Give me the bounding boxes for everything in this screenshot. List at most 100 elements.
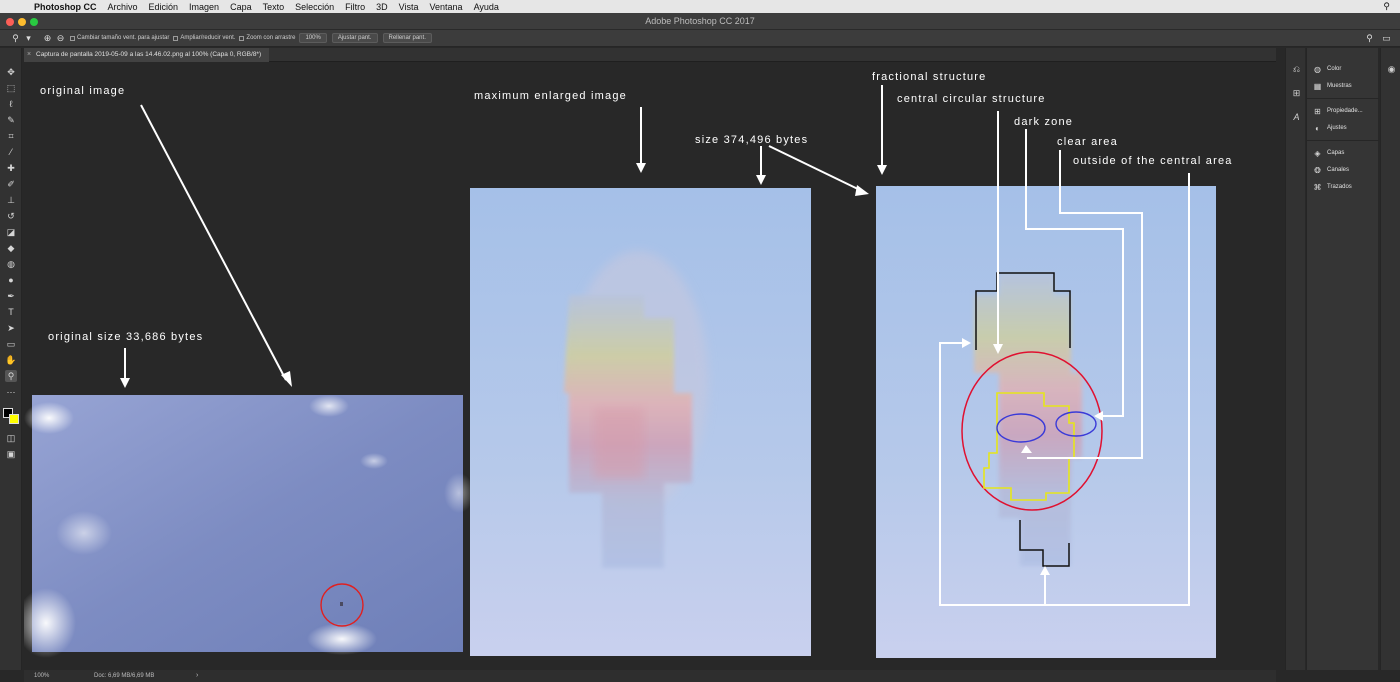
clone-stamp-tool-icon[interactable]: ⊥ [5,194,17,206]
panel-paths[interactable]: ⌘ Trazados [1313,181,1352,193]
dodge-tool-icon[interactable]: ● [5,274,17,286]
close-tab-icon[interactable]: × [27,48,31,62]
library-icon-column: ◉ [1380,48,1400,670]
crop-tool-icon[interactable]: ⌗ [5,130,17,142]
label-maximum-enlarged: maximum enlarged image [474,90,627,102]
quick-mask-icon[interactable]: ◫ [5,432,17,444]
history-panel-icon[interactable]: ⎌ [1291,64,1302,75]
fit-screen-button[interactable]: Ajustar pant. [331,33,378,43]
blur-tool-icon[interactable]: ◍ [5,258,17,270]
resize-windows-label: Cambiar tamaño vent. para ajustar [77,35,170,41]
close-window-icon[interactable] [6,18,14,26]
menu-capa[interactable]: Capa [230,2,252,12]
zoom-window-icon[interactable] [30,18,38,26]
menu-texto[interactable]: Texto [263,2,285,12]
panel-icon-column: ⎌ ⊞ A [1285,48,1305,670]
panel-channels-label: Canales [1327,167,1350,173]
menu-archivo[interactable]: Archivo [108,2,138,12]
menu-app-name[interactable]: Photoshop CC [34,2,97,12]
status-doc-info: Doc: 6,69 MB/6,69 MB [94,673,155,679]
menu-filtro[interactable]: Filtro [345,2,365,12]
resize-windows-checkbox[interactable]: Cambiar tamaño vent. para ajustar [70,35,169,41]
eyedropper-tool-icon[interactable]: ⁄ [5,146,17,158]
healing-brush-tool-icon[interactable]: ✚ [5,162,17,174]
pen-tool-icon[interactable]: ✒ [5,290,17,302]
document-tab-title: Captura de pantalla 2019-05-09 a las 14.… [36,51,262,58]
panels-dock: ◍ Color ▦ Muestras ⊞ Propiedade... ◐ Ajustes… [1306,48,1379,670]
panel-layers-label: Capas [1327,150,1345,156]
eraser-tool-icon[interactable]: ◪ [5,226,17,238]
lasso-tool-icon[interactable]: ℓ [5,98,17,110]
zoom-tool-preset-icon[interactable]: ⚲ [10,33,21,44]
screen-mode-icon[interactable]: ▣ [5,448,17,460]
original-image [24,395,474,658]
zoom-out-icon[interactable]: ⊖ [55,33,66,44]
panel-swatches-label: Muestras [1327,83,1352,89]
menu-bar: Photoshop CC Archivo Edición Imagen Capa… [0,0,1400,13]
label-original-size: original size 33,686 bytes [48,331,204,343]
chevron-down-icon[interactable]: ▾ [23,33,34,44]
zoom-in-icon[interactable]: ⊕ [42,33,53,44]
panel-color[interactable]: ◍ Color [1313,63,1341,75]
background-color-swatch[interactable] [9,414,19,424]
menu-edicion[interactable]: Edición [149,2,179,12]
menu-search-icon[interactable]: ⚲ [1383,1,1390,12]
workspace-icon[interactable]: ▭ [1381,33,1392,44]
panel-swatches[interactable]: ▦ Muestras [1313,80,1352,92]
label-central-circular: central circular structure [897,93,1046,105]
more-tools-icon[interactable]: ⋯ [5,386,17,398]
label-outside-central: outside of the central area [1073,155,1233,167]
options-bar: ⚲ ▾ ⊕ ⊖ Cambiar tamaño vent. para ajusta… [0,30,1400,47]
checkbox-box[interactable] [173,35,179,41]
path-selection-tool-icon[interactable]: ➤ [5,322,17,334]
hand-tool-icon[interactable]: ✋ [5,354,17,366]
fill-screen-button[interactable]: Rellenar pant. [382,33,432,43]
menu-seleccion[interactable]: Selección [295,2,334,12]
zoom-all-label: Ampliar/reducir vent. [180,35,236,41]
document-tab[interactable]: × Captura de pantalla 2019-05-09 a las 1… [24,48,270,62]
move-tool-icon[interactable]: ✥ [5,66,17,78]
panel-color-label: Color [1327,66,1342,72]
panel-divider [1307,98,1379,99]
color-wheel-icon: ◍ [1314,64,1321,74]
properties-panel-icon[interactable]: ⊞ [1291,88,1302,99]
type-tool-icon[interactable]: T [5,306,17,318]
properties-icon: ⊞ [1314,106,1321,116]
rectangle-tool-icon[interactable]: ▭ [5,338,17,350]
status-zoom[interactable]: 100% [34,670,49,682]
panel-channels[interactable]: ❂ Canales [1313,164,1349,176]
panel-adjustments[interactable]: ◐ Ajustes [1313,122,1347,134]
menu-ayuda[interactable]: Ayuda [474,2,499,12]
zoom-100-button[interactable]: 100% [299,33,327,43]
menu-vista[interactable]: Vista [399,2,419,12]
window-title: Adobe Photoshop CC 2017 [645,16,755,26]
window-title-bar: Adobe Photoshop CC 2017 [0,13,1400,30]
document-canvas[interactable]: original image original size 33,686 byte… [24,63,1276,670]
marquee-tool-icon[interactable]: ⬚ [5,82,17,94]
panel-properties[interactable]: ⊞ Propiedade... [1313,105,1363,117]
brush-tool-icon[interactable]: ✐ [5,178,17,190]
zoom-tool-icon[interactable]: ⚲ [5,370,17,382]
search-icon[interactable]: ⚲ [1364,33,1375,44]
label-dark-zone: dark zone [1014,116,1074,128]
libraries-icon[interactable]: ◉ [1386,64,1397,75]
checkbox-box[interactable] [70,35,75,41]
swatches-grid-icon: ▦ [1313,81,1322,91]
checkbox-box[interactable] [239,35,245,41]
status-menu-icon[interactable]: › [196,670,198,682]
document-tab-row: × Captura de pantalla 2019-05-09 a las 1… [24,48,1276,62]
minimize-window-icon[interactable] [18,18,26,26]
scrubby-zoom-checkbox[interactable]: Zoom con arrastre [239,35,295,41]
menu-3d[interactable]: 3D [376,2,388,12]
panel-divider [1307,140,1379,141]
paint-bucket-tool-icon[interactable]: ◆ [5,242,17,254]
zoom-all-checkbox[interactable]: Ampliar/reducir vent. [173,35,235,41]
quick-select-tool-icon[interactable]: ✎ [5,114,17,126]
label-fractional-structure: fractional structure [872,71,987,83]
panel-layers[interactable]: ◈ Capas [1313,147,1344,159]
character-panel-icon[interactable]: A [1291,112,1302,123]
menu-ventana[interactable]: Ventana [430,2,463,12]
menu-imagen[interactable]: Imagen [189,2,219,12]
label-original-image: original image [40,85,126,97]
history-brush-tool-icon[interactable]: ↺ [5,210,17,222]
